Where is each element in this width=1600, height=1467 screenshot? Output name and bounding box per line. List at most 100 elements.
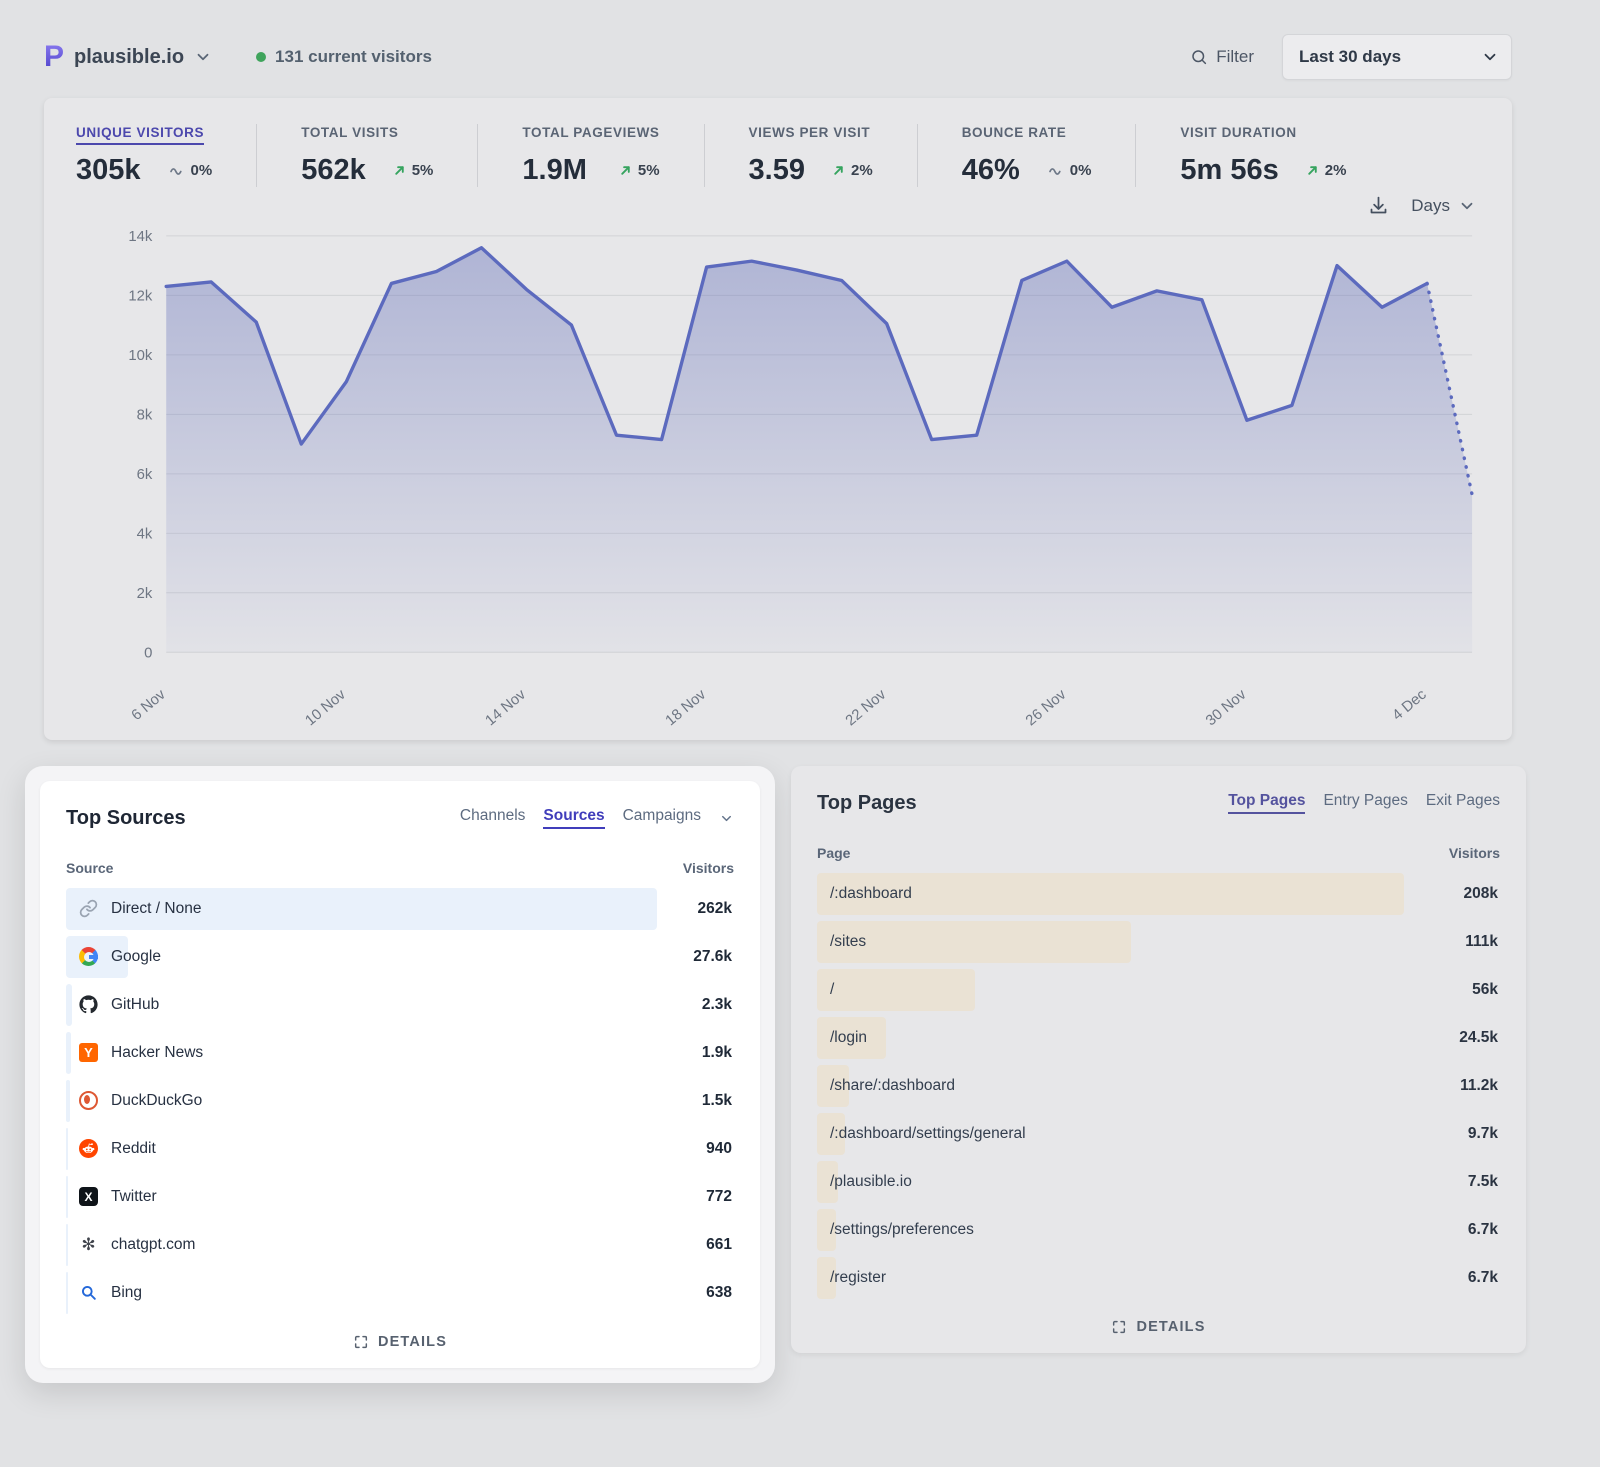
page-row[interactable]: /:dashboard/settings/general9.7k	[817, 1113, 1500, 1155]
top-sources-card: Top Sources ChannelsSourcesCampaigns Sou…	[40, 781, 760, 1368]
top-pages-card: Top Pages Top Pages Entry Pages Exit Pages…	[791, 766, 1526, 1353]
site-picker[interactable]: P plausible.io	[44, 42, 212, 72]
stat-value: 305k	[76, 154, 141, 187]
page-row[interactable]: /:dashboard208k	[817, 873, 1500, 915]
top-sources-title: Top Sources	[66, 807, 186, 830]
source-row[interactable]: Direct / None262k	[66, 888, 734, 930]
current-visitors[interactable]: 131 current visitors	[256, 47, 432, 67]
stat-change: 0%	[1046, 162, 1092, 179]
row-label: Bing	[66, 1283, 142, 1302]
trend-up-icon	[618, 163, 633, 178]
page-row[interactable]: /settings/preferences 6.7k	[817, 1209, 1500, 1251]
svg-text:22 Nov: 22 Nov	[843, 686, 890, 725]
visitors-value: 24.5k	[1459, 1029, 1500, 1047]
stat-label: VIEWS PER VISIT	[749, 125, 871, 145]
chevron-down-icon	[1458, 197, 1476, 215]
svg-text:4 Dec: 4 Dec	[1390, 686, 1430, 724]
stat-total-visits[interactable]: TOTAL VISITS562k5%	[256, 124, 477, 187]
page-row[interactable]: /share/:dashboard11.2k	[817, 1065, 1500, 1107]
svg-text:10k: 10k	[128, 348, 153, 364]
plausible-dashboard: P plausible.io 131 current visitors Filt…	[0, 0, 1600, 1383]
download-button[interactable]	[1368, 195, 1389, 216]
tab-sources[interactable]: Sources	[543, 807, 604, 829]
chevron-down-icon	[194, 48, 212, 66]
chevron-down-icon[interactable]	[719, 811, 734, 826]
page-row[interactable]: /register6.7k	[817, 1257, 1500, 1299]
download-icon	[1368, 195, 1389, 216]
tab-channels[interactable]: Channels	[460, 807, 526, 829]
row-label: /:dashboard/settings/general	[817, 1125, 1026, 1143]
stat-bounce-rate[interactable]: BOUNCE RATE 46% 0%	[917, 124, 1136, 187]
svg-text:4k: 4k	[137, 526, 153, 542]
top-sources-list: Direct / None262k Google27.6k GitHub2.3k YH…	[66, 888, 734, 1314]
visitors-value: 111k	[1465, 933, 1500, 951]
tab-campaigns[interactable]: Campaigns	[623, 807, 701, 829]
page-row[interactable]: /plausible.io7.5k	[817, 1161, 1500, 1203]
stat-label: VISIT DURATION	[1180, 125, 1296, 145]
stat-value: 3.59	[749, 154, 805, 187]
svg-text:14 Nov: 14 Nov	[483, 686, 530, 725]
visitors-value: 6.7k	[1468, 1221, 1500, 1239]
top-pages-title: Top Pages	[817, 792, 917, 815]
link-icon	[79, 899, 98, 918]
page-row[interactable]: /56k	[817, 969, 1500, 1011]
topbar: P plausible.io 131 current visitors Filt…	[0, 0, 1600, 80]
expand-icon	[1111, 1319, 1127, 1335]
stat-label: BOUNCE RATE	[962, 125, 1067, 145]
visitors-area-chart[interactable]: 02k4k6k8k10k12k14k6 Nov10 Nov14 Nov18 No…	[44, 218, 1512, 730]
top-pages-tabs: Top Pages Entry Pages Exit Pages	[1228, 792, 1500, 814]
stat-change: 2%	[831, 162, 873, 179]
breakdown-row: Top Sources ChannelsSourcesCampaigns Sou…	[25, 766, 1526, 1383]
visitors-value: 262k	[698, 900, 734, 918]
tab-entry-pages[interactable]: Entry Pages	[1323, 792, 1407, 814]
date-range-select[interactable]: Last 30 days	[1282, 34, 1512, 80]
stat-value: 1.9M	[522, 154, 586, 187]
row-label: /share/:dashboard	[817, 1077, 955, 1095]
row-label: /login	[817, 1029, 867, 1047]
sources-details-button[interactable]: DETAILS	[66, 1334, 734, 1350]
source-row[interactable]: GitHub2.3k	[66, 984, 734, 1026]
live-dot-icon	[256, 52, 266, 62]
row-label: Google	[66, 947, 161, 966]
stat-visit-duration[interactable]: VISIT DURATION5m 56s2%	[1135, 124, 1390, 187]
svg-text:6k: 6k	[137, 467, 153, 483]
site-name: plausible.io	[74, 46, 184, 69]
source-row[interactable]: YHacker News1.9k	[66, 1032, 734, 1074]
stat-change: 2%	[1305, 162, 1347, 179]
stat-value: 562k	[301, 154, 366, 187]
column-header-visitors: Visitors	[683, 860, 734, 876]
interval-select[interactable]: Days	[1411, 196, 1476, 216]
stat-value: 46%	[962, 154, 1020, 187]
row-label: /settings/preferences	[817, 1221, 974, 1239]
chart-controls: Days	[44, 187, 1512, 218]
stat-total-pageviews[interactable]: TOTAL PAGEVIEWS1.9M5%	[477, 124, 703, 187]
stat-unique-visitors[interactable]: UNIQUE VISITORS305k0%	[76, 124, 256, 187]
row-label: /sites	[817, 933, 866, 951]
visitors-value: 6.7k	[1468, 1269, 1500, 1287]
stat-change: 0%	[167, 162, 213, 179]
filter-button[interactable]: Filter	[1190, 47, 1254, 67]
visitors-value: 772	[706, 1188, 734, 1206]
tab-top-pages[interactable]: Top Pages	[1228, 792, 1305, 814]
reddit-icon	[79, 1139, 98, 1158]
source-row[interactable]: DuckDuckGo1.5k	[66, 1080, 734, 1122]
search-icon	[1190, 48, 1208, 66]
source-row[interactable]: ✻chatgpt.com661	[66, 1224, 734, 1266]
trend-flat-icon	[1046, 166, 1065, 176]
source-row[interactable]: Bing638	[66, 1272, 734, 1314]
pages-details-button[interactable]: DETAILS	[817, 1319, 1500, 1335]
row-label: ✻chatgpt.com	[66, 1235, 195, 1254]
page-row[interactable]: /login 24.5k	[817, 1017, 1500, 1059]
source-row[interactable]: XTwitter772	[66, 1176, 734, 1218]
svg-text:14k: 14k	[128, 229, 153, 245]
hackernews-icon: Y	[79, 1043, 98, 1062]
page-row[interactable]: /sites 111k	[817, 921, 1500, 963]
stat-views-per-visit[interactable]: VIEWS PER VISIT 3.59 2%	[704, 124, 917, 187]
analytics-card: UNIQUE VISITORS305k0%TOTAL VISITS562k5%T…	[44, 98, 1512, 740]
visitors-value: 2.3k	[702, 996, 734, 1014]
trend-flat-icon	[167, 166, 186, 176]
source-row[interactable]: Google27.6k	[66, 936, 734, 978]
top-sources-highlight: Top Sources ChannelsSourcesCampaigns Sou…	[25, 766, 775, 1383]
source-row[interactable]: Reddit940	[66, 1128, 734, 1170]
tab-exit-pages[interactable]: Exit Pages	[1426, 792, 1500, 814]
